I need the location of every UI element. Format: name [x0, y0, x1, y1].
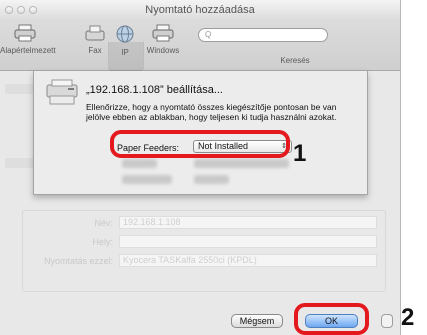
default-printer-icon — [14, 24, 36, 42]
fax-icon — [85, 25, 105, 41]
toolbar-item-fax[interactable]: Fax — [80, 24, 110, 55]
search-label: Keresés — [280, 56, 310, 65]
sheet-description: Ellenőrizze, hogy a nyomtató összes kieg… — [86, 102, 337, 122]
windows-printer-icon — [152, 24, 174, 42]
blurred-option-value — [194, 159, 289, 168]
printer-info-group: Név: 192.168.1.108 Hely: Nyomtatás ezzel… — [22, 210, 386, 292]
toolbar-item-label: IP — [121, 48, 129, 57]
name-label: Név: — [94, 218, 113, 228]
toolbar-item-label: Windows — [146, 46, 180, 55]
callout-number-1: 1 — [293, 140, 307, 167]
printer-icon — [46, 79, 78, 105]
toolbar-item-label: Alapértelmezett — [0, 46, 56, 55]
callout-1-highlight — [110, 130, 290, 158]
dimmed-row — [5, 84, 35, 94]
blurred-option-value — [194, 175, 229, 184]
toolbar-item-label: Fax — [88, 46, 102, 55]
blurred-option-label — [122, 175, 172, 184]
name-field[interactable]: 192.168.1.108 — [119, 216, 377, 229]
search-input[interactable]: Q — [198, 28, 328, 42]
use-label: Nyomtatás ezzel: — [43, 256, 113, 266]
sheet-title: „192.168.1.108” beállítása... — [86, 84, 223, 96]
toolbar: Alapértelmezett Fax IP Windows Q Keresés — [0, 20, 400, 90]
toolbar-item-default[interactable]: Alapértelmezett — [0, 24, 56, 55]
use-select[interactable]: Kyocera TASKalfa 2550ci (KPDL) — [119, 254, 377, 267]
callout-2-highlight — [294, 303, 369, 335]
ip-globe-icon — [116, 25, 134, 43]
toolbar-item-windows[interactable]: Windows — [145, 24, 181, 55]
callout-number-2: 2 — [401, 304, 415, 331]
cancel-button[interactable]: Mégsem — [231, 314, 283, 328]
help-button[interactable] — [381, 314, 393, 328]
title-bar: Nyomtató hozzáadása — [0, 0, 400, 20]
location-label: Hely: — [92, 237, 113, 247]
add-printer-window: Nyomtató hozzáadása Alapértelmezett Fax — [0, 0, 401, 335]
blurred-option-label — [122, 159, 157, 168]
window-title: Nyomtató hozzáadása — [145, 4, 255, 16]
toolbar-item-ip[interactable]: IP — [113, 24, 137, 57]
location-field[interactable] — [119, 235, 377, 248]
